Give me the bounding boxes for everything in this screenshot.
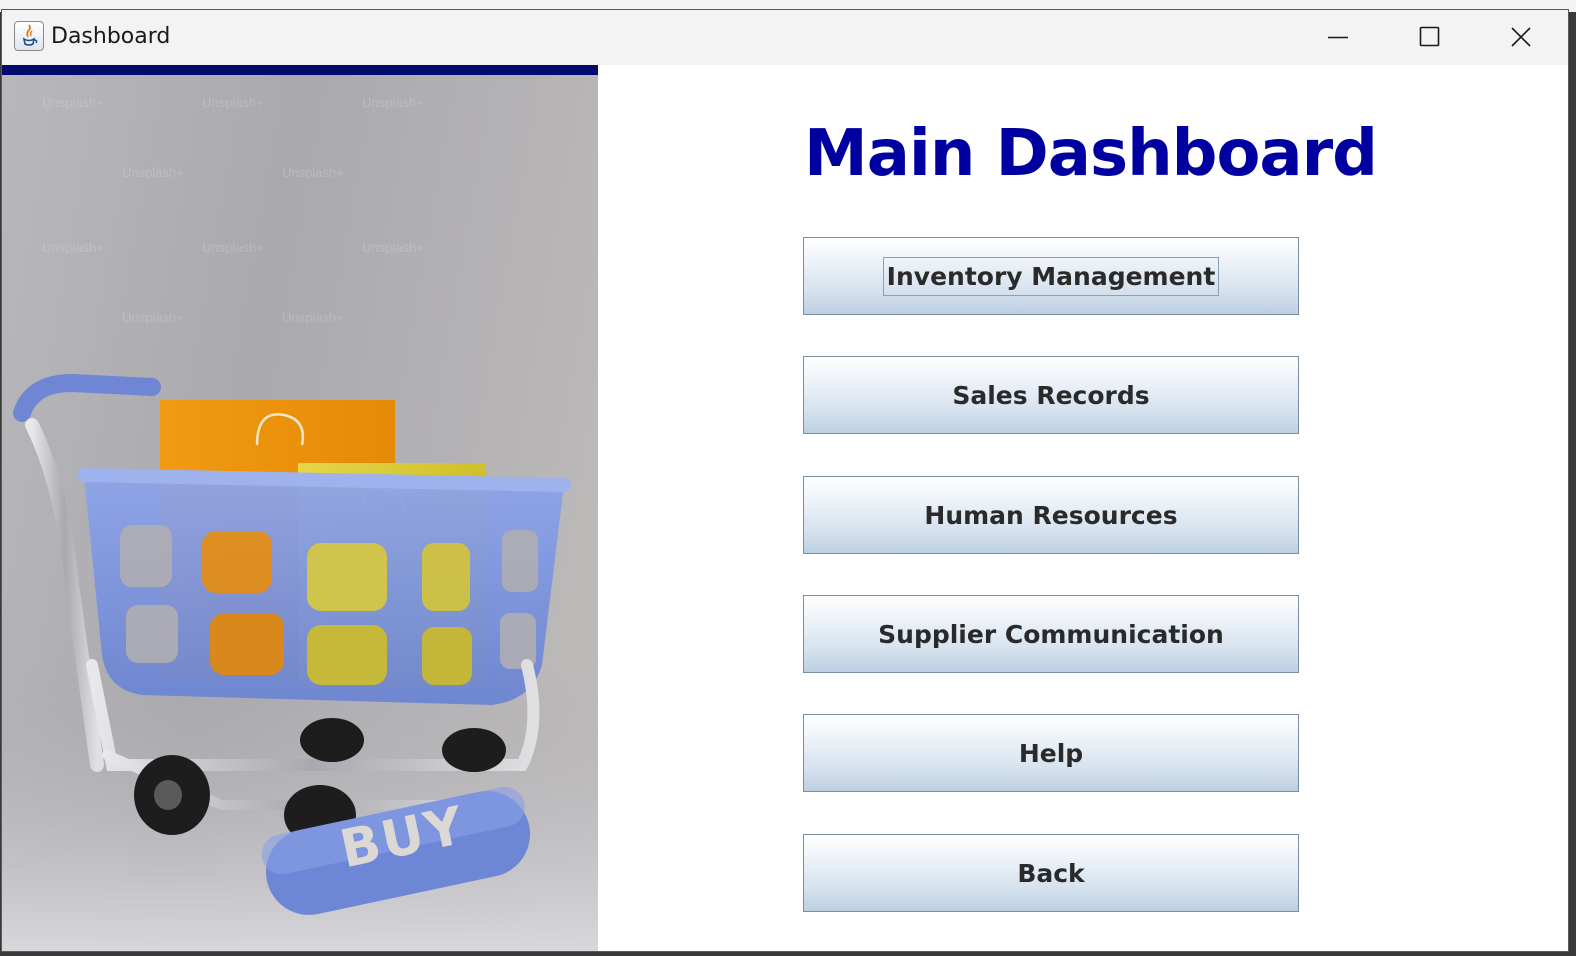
java-app-icon bbox=[14, 21, 44, 51]
window-title: Dashboard bbox=[51, 24, 171, 49]
close-icon bbox=[1511, 27, 1531, 47]
sales-records-button[interactable]: Sales Records bbox=[803, 356, 1299, 434]
shopping-cart-image: Unsplash+ Unsplash+ Unsplash+ Unsplash+ … bbox=[2, 65, 598, 951]
minimize-button[interactable] bbox=[1292, 10, 1384, 65]
inventory-management-button[interactable]: Inventory Management bbox=[803, 237, 1299, 315]
close-button[interactable] bbox=[1476, 10, 1568, 65]
maximize-button[interactable] bbox=[1384, 10, 1476, 65]
button-label: Back bbox=[1017, 858, 1085, 888]
page-title: Main Dashboard bbox=[804, 117, 1378, 191]
button-label: Help bbox=[1018, 738, 1084, 768]
button-label: Supplier Communication bbox=[878, 619, 1224, 649]
button-label: Human Resources bbox=[924, 500, 1178, 530]
title-bar[interactable]: Dashboard bbox=[2, 10, 1568, 65]
button-label: Inventory Management bbox=[882, 256, 1220, 296]
button-label: Sales Records bbox=[952, 380, 1150, 410]
minimize-icon bbox=[1328, 36, 1348, 39]
cart-illustration bbox=[2, 373, 598, 951]
help-button[interactable]: Help bbox=[803, 714, 1299, 792]
main-content: Main Dashboard Inventory Management Sale… bbox=[598, 65, 1568, 951]
maximize-icon bbox=[1419, 26, 1440, 47]
supplier-communication-button[interactable]: Supplier Communication bbox=[803, 595, 1299, 673]
back-button[interactable]: Back bbox=[803, 834, 1299, 912]
dashboard-window: Dashboard Unsplash+ Unsplash+ Unsplash+ … bbox=[2, 10, 1568, 951]
human-resources-button[interactable]: Human Resources bbox=[803, 476, 1299, 554]
